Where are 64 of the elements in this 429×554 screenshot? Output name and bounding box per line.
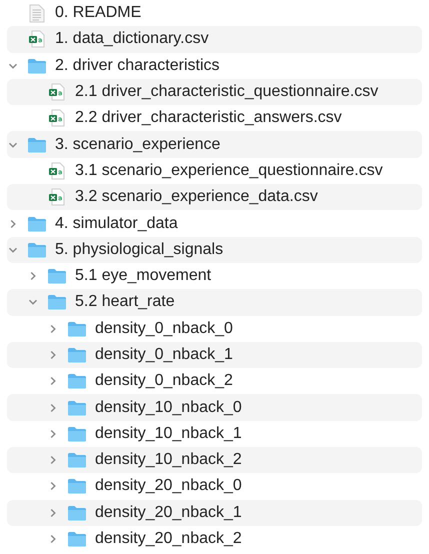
- file-name: 2.2 driver_characteristic_answers.csv: [75, 108, 342, 128]
- chevron-down-icon[interactable]: [28, 297, 38, 308]
- file-name: density_0_nback_2: [95, 371, 233, 392]
- file-row[interactable]: 2.1 driver_characteristic_questionnaire.csv: [7, 78, 422, 106]
- file-name: 3. scenario_experience: [55, 134, 220, 155]
- file-row[interactable]: 5.2 heart_rate: [7, 289, 422, 316]
- folder-icon: [27, 242, 47, 258]
- file-name: 5. physiological_signals: [55, 240, 224, 260]
- file-row[interactable]: density_20_nback_1: [7, 500, 422, 526]
- file-row[interactable]: density_10_nback_0: [7, 394, 422, 421]
- file-name: density_20_nback_0: [95, 476, 242, 496]
- file-name: 2. driver characteristics: [55, 56, 220, 76]
- file-name: density_0_nback_0: [95, 318, 233, 339]
- chevron-right-icon[interactable]: [48, 534, 58, 544]
- chevron-right-icon[interactable]: [48, 481, 58, 492]
- file-name: density_10_nback_2: [95, 450, 242, 470]
- chevron-right-icon[interactable]: [48, 455, 58, 466]
- file-name: density_10_nback_0: [95, 398, 242, 418]
- file-row[interactable]: 3.2 scenario_experience_data.csv: [7, 184, 422, 210]
- spreadsheet-file-icon: [28, 30, 46, 48]
- file-name: 3.1 scenario_experience_questionnaire.csv: [75, 160, 383, 181]
- file-name: density_20_nback_1: [95, 502, 242, 523]
- file-row[interactable]: 5. physiological_signals: [7, 236, 422, 263]
- file-name: density_20_nback_2: [95, 529, 242, 550]
- folder-icon: [67, 426, 87, 442]
- chevron-right-icon[interactable]: [48, 428, 58, 439]
- folder-icon: [67, 400, 87, 416]
- folder-icon: [67, 452, 87, 468]
- document-icon: [29, 4, 45, 23]
- file-name: 1. data_dictionary.csv: [55, 29, 209, 50]
- folder-icon: [67, 531, 87, 548]
- file-name: 3.2 scenario_experience_data.csv: [75, 187, 318, 208]
- file-row[interactable]: 1. data_dictionary.csv: [7, 26, 422, 53]
- folder-icon: [27, 216, 47, 232]
- chevron-right-icon[interactable]: [48, 508, 58, 518]
- folder-icon: [47, 294, 67, 310]
- spreadsheet-file-icon: [48, 188, 66, 206]
- spreadsheet-file-icon: [48, 83, 66, 102]
- folder-icon: [67, 320, 87, 337]
- file-name: density_0_nback_1: [95, 345, 233, 365]
- file-name: 5.2 heart_rate: [75, 292, 175, 312]
- file-name: 2.1 driver_characteristic_questionnaire.csv: [75, 82, 378, 102]
- file-name: 5.1 eye_movement: [75, 266, 212, 286]
- folder-icon: [67, 347, 87, 363]
- spreadsheet-file-icon: [48, 109, 66, 128]
- folder-icon: [67, 373, 87, 390]
- chevron-right-icon[interactable]: [28, 271, 38, 282]
- folder-icon: [27, 58, 47, 74]
- file-name: density_10_nback_1: [95, 424, 242, 444]
- spreadsheet-file-icon: [48, 162, 66, 180]
- chevron-right-icon[interactable]: [48, 324, 58, 334]
- file-row[interactable]: density_10_nback_2: [7, 447, 422, 474]
- file-row[interactable]: 3. scenario_experience: [7, 131, 422, 158]
- file-name: 0. README: [55, 3, 142, 24]
- folder-icon: [47, 268, 67, 284]
- chevron-right-icon[interactable]: [48, 350, 58, 360]
- file-name: 4. simulator_data: [55, 214, 178, 234]
- chevron-right-icon[interactable]: [8, 218, 18, 229]
- folder-icon: [27, 136, 47, 153]
- folder-icon: [67, 504, 87, 521]
- file-row[interactable]: density_0_nback_1: [7, 342, 422, 368]
- folder-icon: [67, 478, 87, 494]
- chevron-right-icon[interactable]: [48, 376, 58, 386]
- chevron-right-icon[interactable]: [48, 402, 58, 413]
